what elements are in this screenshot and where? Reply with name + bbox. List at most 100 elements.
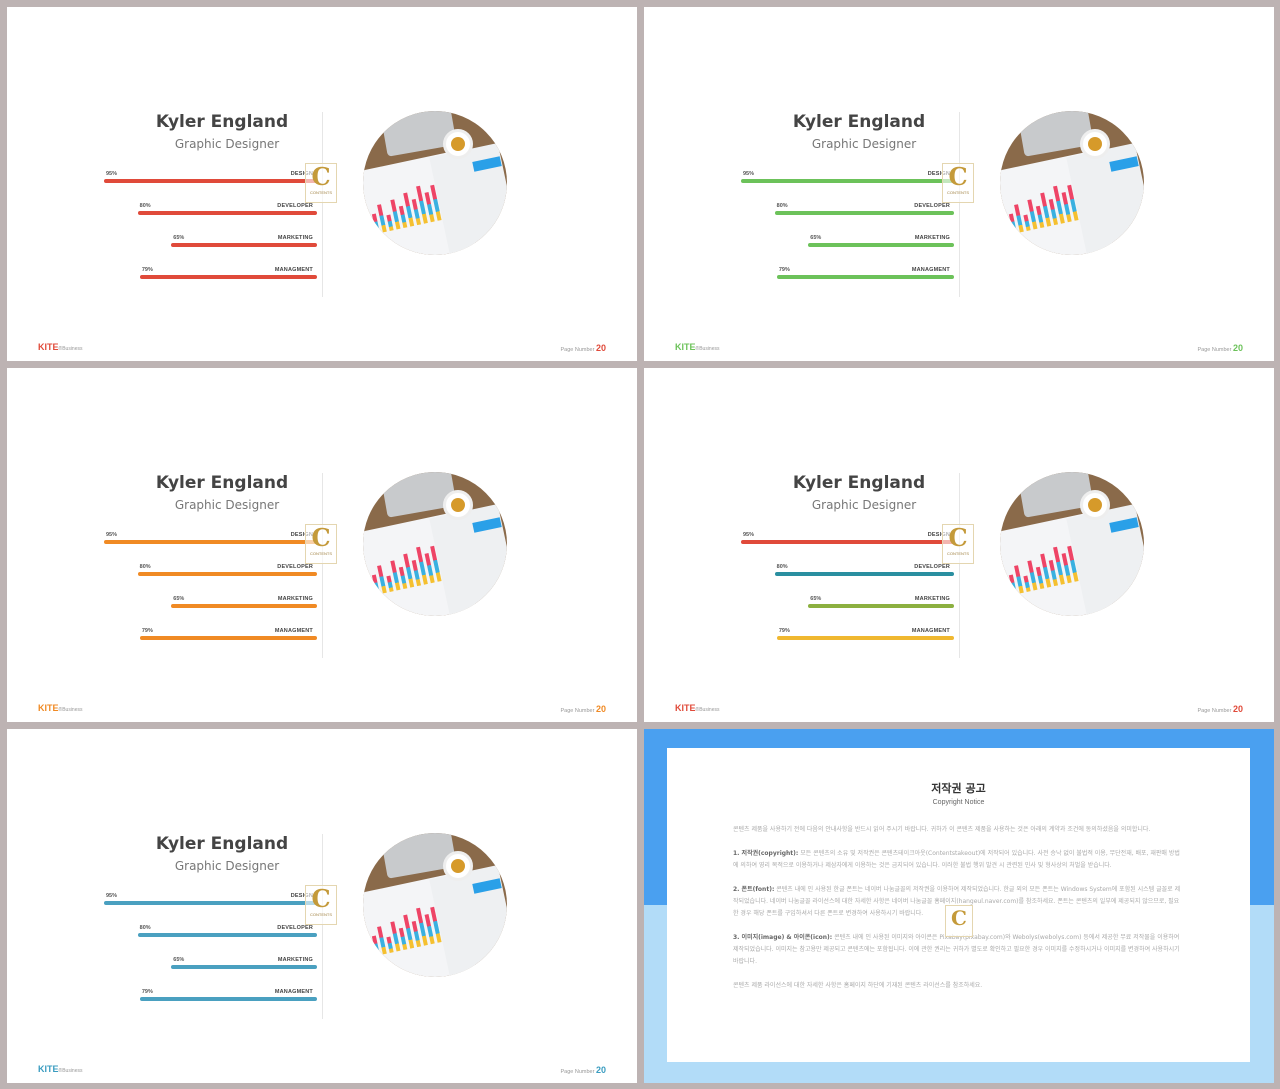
brand-logo: KITE®Business xyxy=(38,1064,83,1074)
skill-label: MARKETING xyxy=(914,596,950,602)
skill-bar-fill xyxy=(104,179,317,183)
skill-label: DEVELOPER xyxy=(277,203,313,209)
person-name: Kyler England xyxy=(792,112,926,132)
watermark-logo: C CONTENTS xyxy=(942,163,974,203)
skill-bar-design: 95% DESIGN xyxy=(741,532,954,548)
skill-bar-managment: 79% MANAGMENT xyxy=(139,628,317,644)
skill-label: MARKETING xyxy=(277,596,313,602)
skill-bar-marketing: 65% MARKETING xyxy=(171,596,317,612)
skill-label: MANAGMENT xyxy=(274,267,313,273)
skill-bar-fill xyxy=(741,540,954,544)
section-heading: 1. 저작권(copyright): xyxy=(733,850,799,857)
skill-bar-fill xyxy=(808,243,954,247)
skill-percent: 95% xyxy=(106,893,118,899)
divider xyxy=(322,112,323,297)
skill-bar-managment: 79% MANAGMENT xyxy=(139,267,317,283)
skill-bar-design: 95% DESIGN xyxy=(104,171,317,187)
skill-bar-fill xyxy=(104,901,317,905)
skill-bar-developer: 80% DEVELOPER xyxy=(137,925,317,941)
skill-label: DEVELOPER xyxy=(914,203,950,209)
skill-bar-fill xyxy=(171,604,317,608)
watermark-logo: C CONTENTS xyxy=(305,163,337,203)
skill-label: MANAGMENT xyxy=(911,628,950,634)
skill-percent: 79% xyxy=(141,267,153,273)
notice-section: 3. 이미지(image) & 아이콘(icon): 콘텐츠 내에 인 사용된 … xyxy=(733,932,1184,968)
skill-bar-fill xyxy=(171,965,317,969)
divider xyxy=(322,473,323,658)
skill-percent: 95% xyxy=(743,532,755,538)
notice-section: 1. 저작권(copyright): 모든 콘텐츠의 소유 및 저작권은 콘텐츠… xyxy=(733,848,1184,872)
skill-percent: 65% xyxy=(173,596,185,602)
watermark-logo: C xyxy=(945,905,973,937)
notice-intro: 콘텐츠 제품을 사용하기 전에 다음의 안내사항을 반드시 읽어 주시기 바랍니… xyxy=(733,826,1151,833)
watermark-logo: C CONTENTS xyxy=(942,524,974,564)
skill-percent: 80% xyxy=(776,203,788,209)
skill-bar-fill xyxy=(104,540,317,544)
skill-percent: 80% xyxy=(139,564,151,570)
skill-bar-marketing: 65% MARKETING xyxy=(808,235,954,251)
skill-bar-developer: 80% DEVELOPER xyxy=(137,203,317,219)
skill-bar-marketing: 65% MARKETING xyxy=(808,596,954,612)
notice-subtitle: Copyright Notice xyxy=(932,799,985,806)
skill-label: DEVELOPER xyxy=(277,564,313,570)
skill-percent: 65% xyxy=(173,235,185,241)
skill-bar-managment: 79% MANAGMENT xyxy=(139,989,317,1005)
skill-percent: 80% xyxy=(139,925,151,931)
skill-percent: 79% xyxy=(778,628,790,634)
brand-logo: KITE®Business xyxy=(675,342,720,352)
skill-bar-developer: 80% DEVELOPER xyxy=(774,203,954,219)
skill-bar-fill xyxy=(139,275,317,279)
skill-bar-design: 95% DESIGN xyxy=(104,532,317,548)
page-number: Page Number 20 xyxy=(1197,704,1243,714)
coffee-cup-icon xyxy=(443,129,473,159)
person-role: Graphic Designer xyxy=(174,498,280,512)
skill-label: MANAGMENT xyxy=(274,628,313,634)
page-number: Page Number 20 xyxy=(560,1065,606,1075)
workspace-photo xyxy=(363,111,507,255)
skill-label: MARKETING xyxy=(277,957,313,963)
skill-bar-fill xyxy=(139,636,317,640)
skill-bar-managment: 79% MANAGMENT xyxy=(776,628,954,644)
watermark-logo: C CONTENTS xyxy=(305,885,337,925)
skill-bar-fill xyxy=(137,211,317,215)
brand-logo: KITE®Business xyxy=(38,703,83,713)
person-role: Graphic Designer xyxy=(174,137,280,151)
divider xyxy=(959,112,960,297)
page-number: Page Number 20 xyxy=(560,343,606,353)
skill-bar-fill xyxy=(137,572,317,576)
page-number: Page Number 20 xyxy=(560,704,606,714)
coffee-cup-icon xyxy=(1080,490,1110,520)
person-role: Graphic Designer xyxy=(811,498,917,512)
skill-label: MANAGMENT xyxy=(274,989,313,995)
skill-percent: 79% xyxy=(141,989,153,995)
skill-percent: 79% xyxy=(778,267,790,273)
profile-slide: Kyler England Graphic Designer 95% DESIG… xyxy=(644,7,1274,361)
profile-slide: Kyler England Graphic Designer 95% DESIG… xyxy=(7,368,637,722)
section-text: 모든 콘텐츠의 소유 및 저작권은 콘텐츠테이크아웃(Contentstakeo… xyxy=(733,850,1180,869)
skill-bar-developer: 80% DEVELOPER xyxy=(774,564,954,580)
skill-bar-fill xyxy=(171,243,317,247)
person-name: Kyler England xyxy=(155,834,289,854)
notice-card: 저작권 공고 Copyright Notice 콘텐츠 제품을 사용하기 전에 … xyxy=(667,748,1250,1062)
skill-bar-fill xyxy=(139,997,317,1001)
skill-bar-fill xyxy=(774,211,954,215)
notice-outro: 콘텐츠 제품 라이선스에 대한 자세한 사항은 홈페이지 하단에 기재된 콘텐츠… xyxy=(733,982,983,989)
skill-label: DEVELOPER xyxy=(277,925,313,931)
workspace-photo xyxy=(1000,111,1144,255)
skill-percent: 95% xyxy=(743,171,755,177)
skill-bar-developer: 80% DEVELOPER xyxy=(137,564,317,580)
person-name: Kyler England xyxy=(792,473,926,493)
skill-percent: 65% xyxy=(810,596,822,602)
skill-label: DEVELOPER xyxy=(914,564,950,570)
page-number: Page Number 20 xyxy=(1197,343,1243,353)
skill-percent: 95% xyxy=(106,532,118,538)
skill-bar-managment: 79% MANAGMENT xyxy=(776,267,954,283)
skill-bar-marketing: 65% MARKETING xyxy=(171,235,317,251)
brand-logo: KITE®Business xyxy=(38,342,83,352)
skill-label: MARKETING xyxy=(914,235,950,241)
skill-percent: 65% xyxy=(173,957,185,963)
skill-percent: 80% xyxy=(776,564,788,570)
divider xyxy=(322,834,323,1019)
skill-bar-marketing: 65% MARKETING xyxy=(171,957,317,973)
skill-bar-design: 95% DESIGN xyxy=(741,171,954,187)
